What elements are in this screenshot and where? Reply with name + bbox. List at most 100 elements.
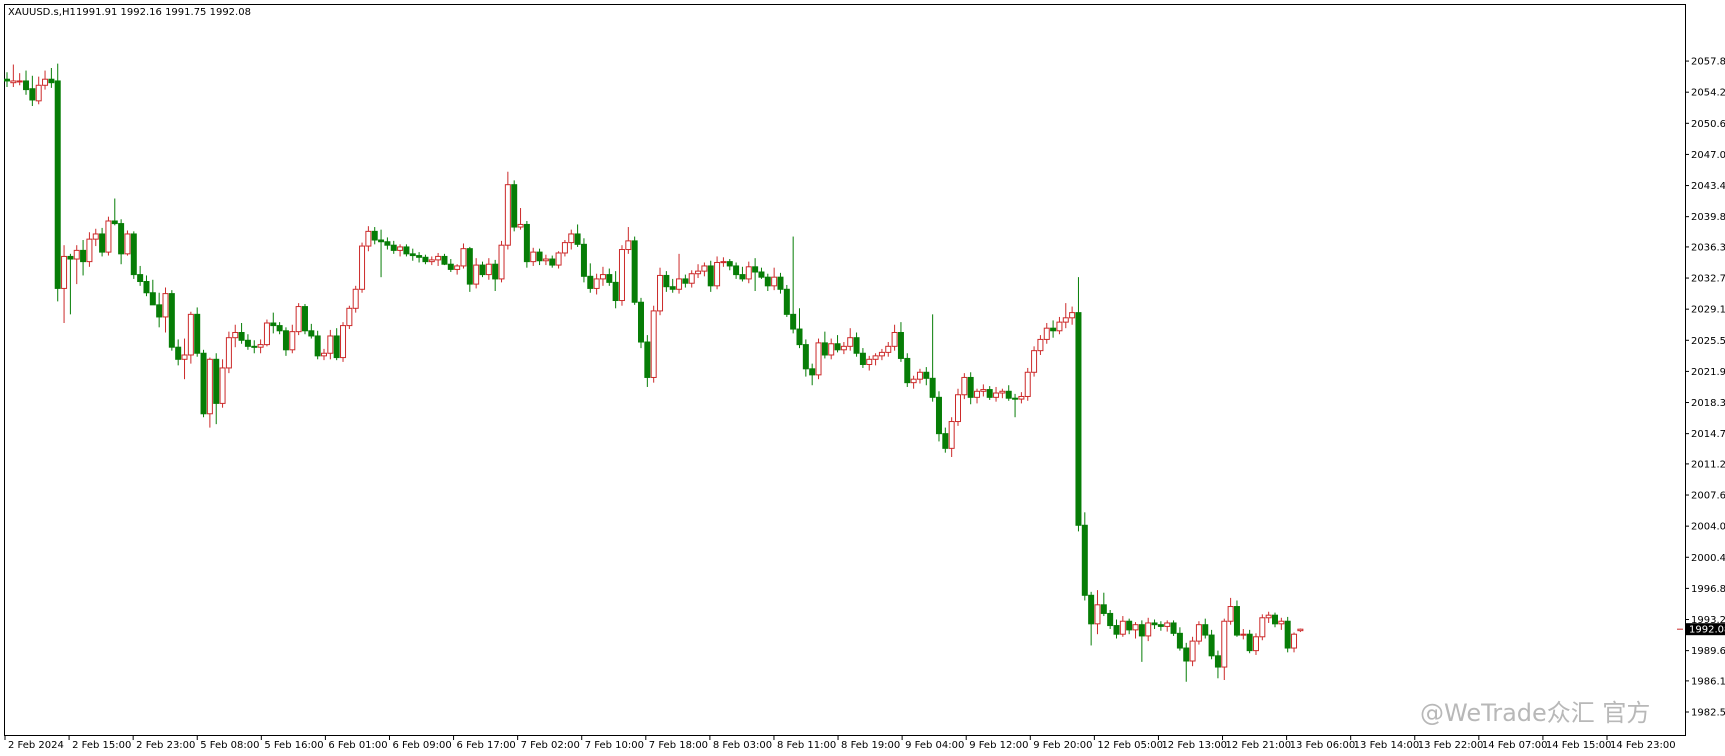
candle-body [124,233,131,255]
candle-body [542,258,549,262]
candle-body [409,253,416,257]
candle-body [225,337,232,369]
candle-body [638,301,644,343]
candle-body [644,341,651,378]
time-tick-label: 8 Feb 19:00 [841,740,900,751]
price-tick-label: 2054.20 [1691,88,1725,99]
time-tick-label: 12 Feb 21:00 [1226,740,1292,751]
price-tick-label: 2043.40 [1691,181,1725,192]
price-tick-label: 2018.30 [1691,398,1725,409]
candle-body [701,265,708,272]
candle-body [904,357,911,384]
price-chart[interactable]: 2057.80 2054.20 2050.60 2047.00 2043.40 2039.… [0,0,1725,756]
candle-body [1291,633,1298,649]
candle-body [1240,633,1247,636]
candle [783,284,790,317]
candle-body [454,265,461,270]
time-tick-label: 9 Feb 20:00 [1033,740,1092,751]
candle-body [657,274,664,312]
candle-body [733,265,740,276]
candle-body [923,371,930,379]
candle-body [289,331,296,351]
candle-body [1265,614,1272,619]
candle-body [942,433,949,449]
candle [935,391,942,442]
candle-body [1018,395,1025,400]
candle-body [244,339,251,347]
time-tick-label: 2 Feb 23:00 [136,740,195,751]
candle-body [967,376,974,398]
candle-body [346,307,353,327]
candle-body [802,344,809,370]
time-tick-label: 14 Feb 07:00 [1482,740,1548,751]
candle [511,180,518,232]
candle-body [35,84,42,102]
candle-body [48,78,55,84]
time-tick-label: 5 Feb 08:00 [200,740,259,751]
candle-body [815,342,822,376]
candle-body [206,358,213,415]
candle-body [498,244,505,280]
candle-body [1069,312,1076,319]
candle-body [156,304,163,318]
candle [105,216,112,256]
candle-body [1233,606,1240,636]
time-tick-label: 9 Feb 12:00 [969,740,1028,751]
price-tick-label: 2014.70 [1691,429,1725,440]
candle-body [1119,620,1126,635]
candle-body [422,256,429,263]
candle-body [999,390,1006,394]
candle-body [878,351,885,357]
candle-body [321,352,327,357]
candle [955,388,961,426]
candle-body [492,263,499,280]
candle-body [251,345,258,348]
candle-body [238,332,245,341]
candle-body [1151,622,1158,626]
candle-body [1208,634,1215,657]
candle [631,236,638,305]
candle-body [606,274,613,283]
price-tick-label: 2039.80 [1691,212,1725,223]
candle-body [54,80,61,289]
candle-body [1202,624,1209,636]
candle-body [720,261,727,264]
candle-body [29,88,36,101]
candle-body [1189,640,1196,662]
candle-body [1195,624,1202,642]
candle-body [1113,625,1120,635]
candle-body [263,322,270,346]
candle-body [276,325,283,332]
watermark-text: @WeTrade众汇 官方 [1420,699,1650,727]
candle-body [232,332,239,339]
candle-body [1157,624,1164,627]
candle-body [1050,327,1057,332]
price-tick-label: 2029.10 [1691,305,1725,316]
candle-body [1221,620,1228,668]
candle-body [270,322,277,327]
candle-body [587,275,594,289]
candle-body [669,286,676,290]
candle-body [352,288,359,309]
candle [523,220,530,268]
candle-body [650,310,657,378]
candle-body [1252,636,1259,652]
candle-body [485,263,492,276]
candle-body [105,220,112,253]
time-axis[interactable]: 2 Feb 2024 2 Feb 15:00 2 Feb 23:00 5 Feb 08… [4,735,1676,751]
time-tick-label: 6 Feb 17:00 [457,740,516,751]
candle [130,231,137,279]
candle-body [504,184,511,246]
time-tick-label: 2 Feb 2024 [8,740,64,751]
candle [1195,621,1202,645]
candle-body [758,271,765,278]
candle [340,322,347,362]
candle-body [853,337,860,354]
candle-body [162,293,169,318]
chart-frame [4,4,1686,736]
candle-body [1145,622,1152,637]
candle [1284,616,1291,653]
candle-body [67,255,74,260]
candle [263,319,270,347]
candle-body [473,264,480,285]
